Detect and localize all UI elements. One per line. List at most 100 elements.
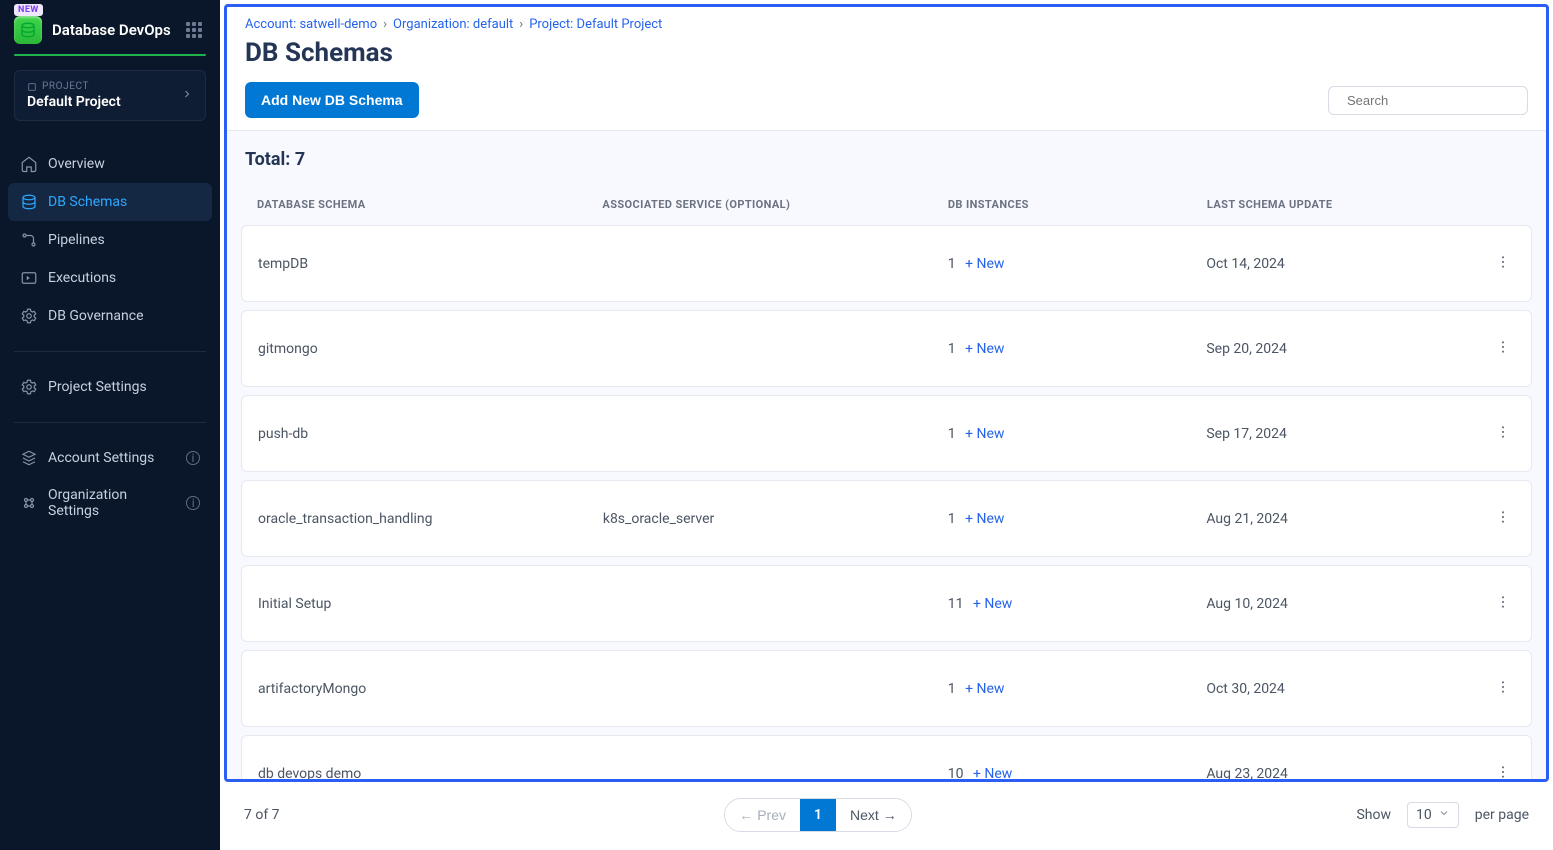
table-header: Database Schema Associated Service (Opti… — [241, 184, 1532, 225]
row-menu-button[interactable] — [1491, 250, 1515, 277]
sidebar-item-org-settings[interactable]: Organization Settings i — [8, 477, 212, 529]
info-icon: i — [186, 496, 200, 510]
sidebar-item-label: Organization Settings — [48, 487, 176, 519]
sidebar-item-project-settings[interactable]: Project Settings — [8, 368, 212, 406]
per-page-select[interactable]: 10 — [1407, 802, 1459, 828]
sidebar-item-pipelines[interactable]: Pipelines — [8, 221, 212, 259]
cell-schema: gitmongo — [258, 341, 603, 357]
page-title: DB Schemas — [245, 38, 1528, 68]
app-name: Database DevOps — [52, 21, 171, 39]
sidebar: NEW Database DevOps PROJECT Default Proj… — [0, 0, 220, 850]
breadcrumb-project[interactable]: Project: Default Project — [529, 17, 662, 32]
logo-row: NEW Database DevOps — [0, 0, 220, 54]
sidebar-item-label: Pipelines — [48, 232, 105, 248]
show-label: Show — [1356, 807, 1391, 823]
new-instance-link[interactable]: + New — [965, 511, 1004, 527]
sidebar-item-label: DB Governance — [48, 308, 144, 324]
add-schema-button[interactable]: Add New DB Schema — [245, 82, 419, 118]
new-instance-link[interactable]: + New — [973, 596, 1012, 612]
org-icon — [20, 494, 38, 512]
total-count: Total: 7 — [241, 145, 1532, 184]
row-menu-button[interactable] — [1491, 675, 1515, 702]
app-switcher-icon[interactable] — [182, 18, 206, 42]
new-instance-link[interactable]: + New — [965, 426, 1004, 442]
cell-schema: oracle_transaction_handling — [258, 511, 603, 527]
table-row[interactable]: Initial Setup 11 + New Aug 10, 2024 — [241, 565, 1532, 642]
breadcrumb-account[interactable]: Account: satwell-demo — [245, 17, 377, 32]
sidebar-item-executions[interactable]: Executions — [8, 259, 212, 297]
new-instance-link[interactable]: + New — [965, 256, 1004, 272]
chevron-right-icon: › — [383, 17, 387, 32]
table-row[interactable]: artifactoryMongo 1 + New Oct 30, 2024 — [241, 650, 1532, 727]
cell-schema: push-db — [258, 426, 603, 442]
cell-updated: Oct 14, 2024 — [1206, 256, 1465, 272]
arrow-right-icon: → — [883, 807, 897, 823]
row-menu-button[interactable] — [1491, 420, 1515, 447]
cell-instances: 11 + New — [948, 596, 1207, 612]
new-instance-link[interactable]: + New — [965, 681, 1004, 697]
cell-service: k8s_oracle_server — [603, 511, 948, 527]
chevron-right-icon: › — [519, 17, 523, 32]
new-instance-link[interactable]: + New — [965, 341, 1004, 357]
cell-schema: Initial Setup — [258, 596, 603, 612]
sidebar-item-label: Executions — [48, 270, 116, 286]
sidebar-item-db-schemas[interactable]: DB Schemas — [8, 183, 212, 221]
per-page-suffix: per page — [1475, 807, 1529, 823]
table-row[interactable]: tempDB 1 + New Oct 14, 2024 — [241, 225, 1532, 302]
row-menu-button[interactable] — [1491, 335, 1515, 362]
row-menu-button[interactable] — [1491, 590, 1515, 617]
cell-instances: 1 + New — [948, 426, 1207, 442]
prev-button[interactable]: ← Prev — [725, 799, 800, 831]
per-page-value: 10 — [1416, 807, 1432, 823]
nav-divider — [14, 422, 206, 423]
chevron-right-icon — [181, 88, 193, 104]
col-service: Associated Service (Optional) — [602, 198, 947, 211]
home-icon — [20, 155, 38, 173]
next-button[interactable]: Next → — [836, 799, 911, 831]
sidebar-item-governance[interactable]: DB Governance — [8, 297, 212, 335]
info-icon: i — [186, 451, 200, 465]
sidebar-item-label: Overview — [48, 156, 105, 172]
nav-section-settings: Project Settings — [0, 364, 220, 410]
search-box[interactable] — [1328, 86, 1528, 115]
col-schema: Database Schema — [257, 198, 602, 211]
breadcrumb-org[interactable]: Organization: default — [393, 17, 513, 32]
sidebar-item-account-settings[interactable]: Account Settings i — [8, 439, 212, 477]
project-selector[interactable]: PROJECT Default Project — [14, 70, 206, 121]
new-instance-link[interactable]: + New — [973, 766, 1012, 782]
cell-instances: 10 + New — [948, 766, 1207, 782]
pager: ← Prev 1 Next → — [724, 798, 912, 832]
prev-label: Prev — [757, 807, 786, 823]
content-box: Account: satwell-demo › Organization: de… — [224, 4, 1549, 782]
cell-schema: db devops demo — [258, 766, 603, 782]
new-badge: NEW — [14, 4, 43, 16]
table-row[interactable]: oracle_transaction_handling k8s_oracle_s… — [241, 480, 1532, 557]
col-updated: Last Schema Update — [1207, 198, 1466, 211]
table-row[interactable]: db devops demo 10 + New Aug 23, 2024 — [241, 735, 1532, 782]
chevron-down-icon — [1438, 807, 1450, 823]
page-number[interactable]: 1 — [800, 799, 836, 831]
nav-section: Overview DB Schemas Pipelines Executions… — [0, 141, 220, 339]
table-row[interactable]: push-db 1 + New Sep 17, 2024 — [241, 395, 1532, 472]
gear-icon — [20, 378, 38, 396]
nav-section-account: Account Settings i Organization Settings… — [0, 435, 220, 533]
account-icon — [20, 449, 38, 467]
next-label: Next — [850, 807, 879, 823]
nav-divider — [14, 351, 206, 352]
cell-updated: Oct 30, 2024 — [1206, 681, 1465, 697]
app-logo-icon — [14, 16, 42, 44]
pipeline-icon — [20, 231, 38, 249]
cell-updated: Sep 20, 2024 — [1206, 341, 1465, 357]
cell-updated: Sep 17, 2024 — [1206, 426, 1465, 442]
table-row[interactable]: gitmongo 1 + New Sep 20, 2024 — [241, 310, 1532, 387]
database-icon — [20, 193, 38, 211]
col-instances: DB Instances — [948, 198, 1207, 211]
gear-icon — [20, 307, 38, 325]
cell-instances: 1 + New — [948, 256, 1207, 272]
project-label: PROJECT — [27, 81, 121, 92]
logo-underline — [14, 54, 206, 56]
row-menu-button[interactable] — [1491, 505, 1515, 532]
sidebar-item-overview[interactable]: Overview — [8, 145, 212, 183]
row-menu-button[interactable] — [1491, 760, 1515, 782]
search-input[interactable] — [1347, 93, 1523, 108]
